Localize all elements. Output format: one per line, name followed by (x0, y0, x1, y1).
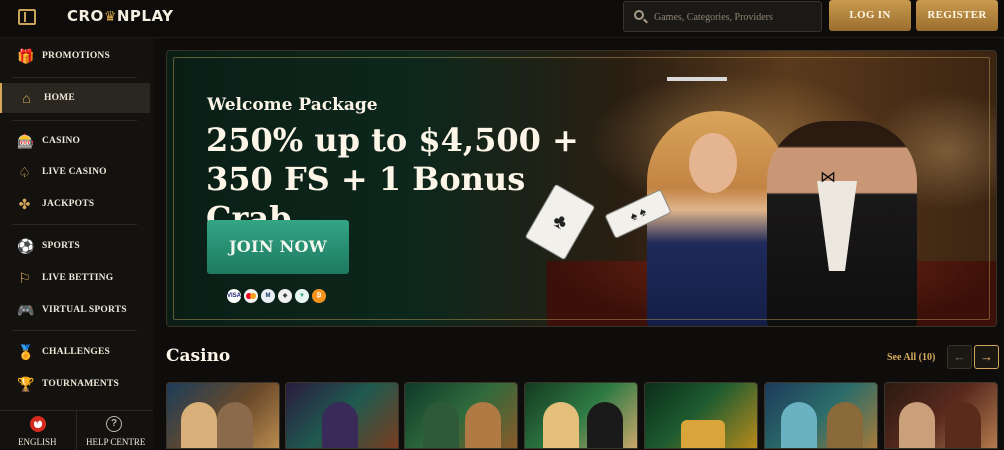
sidebar-item-home[interactable]: ⌂ HOME (0, 83, 150, 113)
clover-icon: ✤ (18, 195, 31, 212)
promo-subtitle: Welcome Package (207, 95, 378, 115)
sidebar-item-label: CHALLENGES (42, 347, 110, 357)
gift-icon: 🎁 (17, 47, 35, 64)
game-character-image (781, 402, 817, 448)
game-tile[interactable] (285, 382, 399, 449)
sidebar-item-label: PROMOTIONS (42, 51, 110, 61)
logo-suffix: NPLAY (116, 7, 174, 25)
gamepad-icon: 🎮 (17, 301, 35, 318)
sidebar-item-label: LIVE CASINO (42, 167, 107, 177)
search-box[interactable] (623, 1, 822, 32)
live-icon: ⚐ (18, 269, 31, 286)
join-now-button[interactable]: JOIN NOW (207, 220, 349, 274)
game-character-image (681, 420, 725, 448)
divider (12, 224, 137, 225)
sidebar-item-label: VIRTUAL SPORTS (42, 305, 127, 315)
sidebar-item-casino[interactable]: 🎰 CASINO (0, 126, 150, 156)
logo[interactable]: CRO♛NPLAY (67, 7, 174, 25)
ethereum-icon: ◆ (278, 289, 292, 303)
game-tile[interactable] (166, 382, 280, 449)
see-all-link[interactable]: See All (10) (887, 352, 935, 363)
ball-icon: ⚽ (17, 237, 35, 254)
register-button[interactable]: REGISTER (916, 0, 998, 31)
game-character-image (181, 402, 217, 448)
game-tile[interactable] (404, 382, 518, 449)
crown-icon: ♛ (103, 9, 117, 25)
game-character-image (217, 402, 253, 448)
medal-icon: 🏅 (17, 343, 35, 360)
sidebar-item-tournaments[interactable]: 🏆 TOURNAMENTS (0, 369, 150, 399)
sidebar-item-live-casino[interactable]: ♤ LIVE CASINO (0, 157, 150, 187)
welcome-banner[interactable]: ⋈ ♣ ♠ ♠ Welcome Package 250% up to $4,50… (166, 50, 997, 327)
sidebar-footer: ENGLISH ? HELP CENTRE (0, 410, 153, 450)
game-tile[interactable] (884, 382, 998, 449)
slot-machine-icon: 🎰 (17, 132, 35, 149)
trophy-icon: 🏆 (17, 375, 35, 392)
sidebar-item-label: SPORTS (42, 241, 80, 251)
game-character-image (322, 402, 358, 448)
game-character-image (543, 402, 579, 448)
sidebar-item-challenges[interactable]: 🏅 CHALLENGES (0, 337, 150, 367)
game-character-image (423, 402, 459, 448)
help-centre-label: HELP CENTRE (86, 437, 146, 447)
search-input[interactable] (654, 8, 814, 26)
sidebar-item-label: HOME (44, 93, 75, 103)
logo-prefix: CRO (67, 7, 104, 25)
sidebar-item-label: JACKPOTS (42, 199, 95, 209)
top-bar: CRO♛NPLAY LOG IN REGISTER (0, 0, 1004, 38)
game-character-image (827, 402, 863, 448)
login-button[interactable]: LOG IN (829, 0, 911, 31)
sidebar-item-label: CASINO (42, 136, 81, 146)
carousel-next-button[interactable]: → (974, 345, 999, 369)
sidebar-item-sports[interactable]: ⚽ SPORTS (0, 231, 150, 261)
sidebar: 🎁 PROMOTIONS ⌂ HOME 🎰 CASINO ♤ LIVE CASI… (0, 38, 153, 449)
sidebar-item-jackpots[interactable]: ✤ JACKPOTS (0, 189, 150, 219)
visa-icon: VISA (227, 289, 241, 303)
home-icon: ⌂ (22, 89, 31, 106)
mastercard-icon (244, 289, 258, 303)
tether-icon: ▼ (295, 289, 309, 303)
divider (12, 77, 137, 78)
language-label: ENGLISH (18, 437, 57, 447)
carousel-prev-button[interactable]: ← (947, 345, 972, 369)
divider (12, 120, 137, 121)
canada-flag-icon (30, 416, 46, 432)
game-tile[interactable] (764, 382, 878, 449)
bitcoin-icon: ₿ (312, 289, 326, 303)
game-character-image (465, 402, 501, 448)
sidebar-item-live-betting[interactable]: ⚐ LIVE BETTING (0, 263, 150, 293)
spade-icon: ♤ (18, 163, 31, 180)
divider (12, 330, 137, 331)
game-tile[interactable] (524, 382, 638, 449)
game-character-image (945, 402, 981, 448)
section-title-casino: Casino (166, 346, 231, 366)
question-icon: ? (106, 416, 122, 432)
game-character-image (587, 402, 623, 448)
sidebar-item-virtual-sports[interactable]: 🎮 VIRTUAL SPORTS (0, 295, 150, 325)
search-icon (634, 10, 644, 20)
divider (76, 411, 77, 450)
game-character-image (899, 402, 935, 448)
sidebar-item-label: TOURNAMENTS (42, 379, 119, 389)
sidebar-item-label: LIVE BETTING (42, 273, 114, 283)
muchbetter-icon: M (261, 289, 275, 303)
sidebar-item-promotions[interactable]: 🎁 PROMOTIONS (0, 41, 150, 71)
sidebar-toggle-icon[interactable] (18, 9, 36, 25)
game-tile[interactable] (644, 382, 758, 449)
